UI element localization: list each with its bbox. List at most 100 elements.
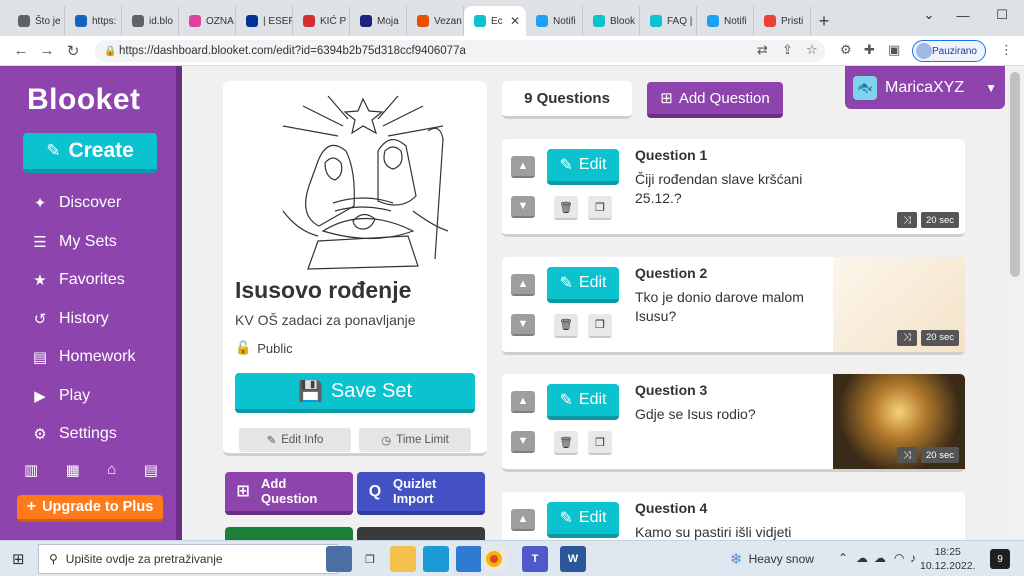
weather-widget[interactable]: ❄ Heavy snow <box>730 550 814 568</box>
volume-icon[interactable]: ♪ <box>910 551 916 565</box>
user-menu[interactable]: 🐟 MaricaXYZ ▼ <box>845 66 1005 109</box>
sidebar-item-my-sets[interactable]: ☰ My Sets <box>31 229 117 255</box>
edit-question-button[interactable]: ✎ Edit <box>547 384 619 420</box>
move-down-button[interactable]: ▼ <box>511 313 535 336</box>
move-up-button[interactable]: ▲ <box>511 156 535 178</box>
taskbar-widget-icon[interactable] <box>326 546 352 572</box>
teams-icon[interactable]: T <box>522 546 548 572</box>
profile-button[interactable]: Pauzirano <box>912 40 986 62</box>
sidebar-item-discover[interactable]: ✦ Discover <box>31 190 122 216</box>
create-button[interactable]: ✎ Create <box>23 133 157 173</box>
share-icon[interactable]: ⇪ <box>782 42 793 58</box>
translate-icon[interactable]: ⇄ <box>757 42 768 58</box>
chevron-down-icon: ▼ <box>985 80 997 95</box>
maximize-button[interactable]: ☐ <box>980 0 1024 30</box>
weather-text: Heavy snow <box>748 552 814 566</box>
browser-tab-7[interactable]: Vezan <box>407 6 464 36</box>
browser-tab-6[interactable]: Moja <box>350 6 407 36</box>
taskbar-clock[interactable]: 18:25 10.12.2022. <box>920 545 975 573</box>
bookmark-star-icon[interactable]: ☆ <box>806 42 818 58</box>
time-limit-button[interactable]: ◷ Time Limit <box>359 428 471 452</box>
shuffle-icon[interactable]: ⤨ <box>897 329 917 346</box>
delete-question-button[interactable]: 🗑 <box>554 313 578 338</box>
wifi-icon[interactable]: ◠ <box>894 551 904 565</box>
briefcase-icon[interactable]: ▦ <box>66 461 80 479</box>
time-limit-badge[interactable]: 20 sec <box>921 212 959 228</box>
task-view-icon[interactable]: ❐ <box>357 546 383 572</box>
minimize-button[interactable]: — <box>946 0 980 30</box>
quizlet-import-button[interactable]: Q Quizlet Import <box>357 472 485 515</box>
url-field[interactable]: 🔒 https://dashboard.blooket.com/edit?id=… <box>95 40 825 62</box>
extension-icon[interactable]: ⚙ <box>840 42 852 58</box>
edge-icon[interactable] <box>423 546 449 572</box>
file-explorer-icon[interactable] <box>390 546 416 572</box>
edit-question-button[interactable]: ✎ Edit <box>547 501 619 538</box>
visibility-toggle[interactable]: 🔓 Public <box>235 340 293 356</box>
page-scrollbar[interactable] <box>1006 66 1024 540</box>
browser-tab-11[interactable]: FAQ | <box>640 6 697 36</box>
browser-tab-8[interactable]: Ec ✕ <box>464 6 526 36</box>
browser-tab-2[interactable]: id.blo <box>122 6 179 36</box>
edit-question-button[interactable]: ✎ Edit <box>547 149 619 185</box>
duplicate-question-button[interactable]: ❐ <box>588 196 612 220</box>
close-tab-icon[interactable]: ✕ <box>510 14 520 28</box>
chrome-icon[interactable] <box>481 546 507 572</box>
edit-info-button[interactable]: ✎ Edit Info <box>239 428 351 452</box>
sidebar-item-play[interactable]: ▶ Play <box>31 383 90 409</box>
sidebar-item-homework[interactable]: ▤ Homework <box>31 344 136 370</box>
move-up-button[interactable]: ▲ <box>511 391 535 413</box>
browser-tab-4[interactable]: | ESEP <box>236 6 293 36</box>
add-question-button[interactable]: ⊞ Add Question <box>647 82 783 118</box>
browser-tab-12[interactable]: Notifi <box>697 6 754 36</box>
upgrade-button[interactable]: + Upgrade to Plus <box>17 495 163 522</box>
shuffle-icon[interactable]: ⤨ <box>897 212 917 228</box>
browser-tab-1[interactable]: https: <box>65 6 122 36</box>
browser-tab-3[interactable]: OZNA <box>179 6 236 36</box>
word-icon[interactable]: W <box>560 546 586 572</box>
duplicate-question-button[interactable]: ❐ <box>588 431 612 455</box>
delete-question-button[interactable]: 🗑 <box>554 196 578 220</box>
reload-button[interactable]: ↻ <box>60 42 86 60</box>
sidebar-item-settings[interactable]: ⚙ Settings <box>31 421 117 447</box>
news-icon[interactable]: ▤ <box>144 461 158 479</box>
add-question-big-button[interactable]: ⊞ Add Question <box>225 472 353 515</box>
taskbar-search[interactable]: ⚲ Upišite ovdje za pretraživanje <box>38 544 338 574</box>
side-panel-icon[interactable]: ▣ <box>888 42 900 58</box>
time-limit-badge[interactable]: 20 sec <box>921 447 959 463</box>
time-limit-badge[interactable]: 20 sec <box>921 329 959 346</box>
back-button[interactable]: ← <box>8 42 34 59</box>
save-set-button[interactable]: 💾 Save Set <box>235 373 475 413</box>
window-dropdown-button[interactable]: ⌄ <box>912 0 946 30</box>
sidebar-item-history[interactable]: ↺ History <box>31 306 109 332</box>
question-bank-button[interactable] <box>357 527 485 540</box>
edit-question-button[interactable]: ✎ Edit <box>547 266 619 303</box>
scrollbar-thumb[interactable] <box>1010 72 1020 277</box>
move-up-button[interactable]: ▲ <box>511 273 535 296</box>
chevron-up-icon[interactable]: ⌃ <box>838 551 848 565</box>
forward-button[interactable]: → <box>34 42 60 59</box>
store-icon[interactable] <box>456 546 482 572</box>
browser-tab-9[interactable]: Notifi <box>526 6 583 36</box>
store-icon[interactable]: ⌂ <box>107 461 116 479</box>
move-down-button[interactable]: ▼ <box>511 431 535 453</box>
move-up-button[interactable]: ▲ <box>511 508 535 531</box>
browser-tab-13[interactable]: Pristi <box>754 6 811 36</box>
cloud-icon[interactable]: ☁ <box>856 551 868 565</box>
puzzle-icon[interactable]: ✚ <box>864 42 875 58</box>
browser-tab-10[interactable]: Blook <box>583 6 640 36</box>
blooket-logo[interactable]: Blooket <box>27 83 141 117</box>
delete-question-button[interactable]: 🗑 <box>554 431 578 455</box>
shuffle-icon[interactable]: ⤨ <box>897 447 917 463</box>
stats-icon[interactable]: ▥ <box>24 461 38 479</box>
onedrive-icon[interactable]: ☁ <box>874 551 886 565</box>
browser-tab-5[interactable]: KIĆ P <box>293 6 350 36</box>
menu-dots-icon[interactable]: ⋮ <box>1000 42 1013 58</box>
notification-center-button[interactable]: 9 <box>990 549 1010 569</box>
windows-start-icon[interactable]: ⊞ <box>12 550 25 568</box>
new-tab-button[interactable]: + <box>811 6 837 36</box>
spreadsheet-import-button[interactable] <box>225 527 353 540</box>
browser-tab-0[interactable]: Što je <box>8 6 65 36</box>
move-down-button[interactable]: ▼ <box>511 196 535 218</box>
duplicate-question-button[interactable]: ❐ <box>588 313 612 338</box>
sidebar-item-favorites[interactable]: ★ Favorites <box>31 267 125 293</box>
